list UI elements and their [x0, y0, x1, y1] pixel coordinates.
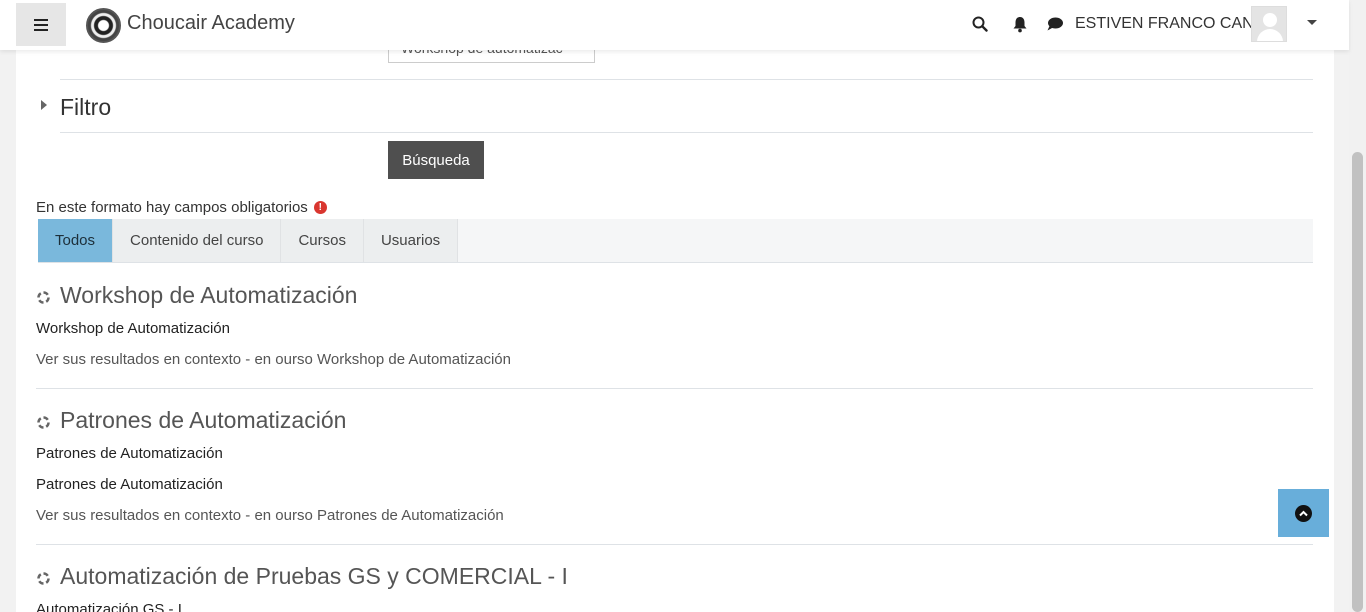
divider [60, 79, 1313, 80]
tab-users[interactable]: Usuarios [363, 219, 459, 262]
back-to-top-button[interactable] [1278, 489, 1329, 537]
result-course-name[interactable]: Automatización GS - I [36, 601, 182, 612]
navbar: Choucair Academy ESTIVEN FRANCO CANO [0, 0, 1349, 50]
search-button[interactable]: Búsqueda [388, 141, 484, 179]
menu-icon [34, 18, 48, 31]
result-course-name[interactable]: Patrones de Automatización [36, 445, 223, 462]
tab-course-content[interactable]: Contenido del curso [113, 219, 282, 262]
result-context-link[interactable]: Ver sus resultados en contexto - en ours… [36, 351, 511, 368]
page-scrollbar[interactable] [1349, 0, 1366, 612]
course-icon [37, 291, 50, 304]
result-title[interactable]: Patrones de Automatización [60, 407, 346, 434]
brand-name[interactable]: Choucair Academy [127, 12, 295, 35]
brand-logo[interactable] [86, 8, 121, 43]
arrow-up-circle-icon [1295, 504, 1312, 522]
bell-icon[interactable] [1010, 14, 1030, 34]
avatar[interactable] [1251, 6, 1287, 42]
required-note-text: En este formato hay campos obligatorios [36, 199, 308, 216]
user-name[interactable]: ESTIVEN FRANCO CANO [1075, 15, 1266, 33]
exclamation-circle-icon: ! [313, 201, 327, 214]
search-area-tabs: Todos Contenido del curso Cursos Usuario… [38, 219, 1313, 263]
required-note: En este formato hay campos obligatorios … [36, 199, 327, 216]
search-icon[interactable] [970, 14, 990, 34]
course-icon [37, 572, 50, 585]
divider [36, 544, 1313, 545]
divider [36, 388, 1313, 389]
divider [60, 132, 1313, 133]
menu-button[interactable] [16, 3, 66, 46]
caret-right-icon[interactable] [41, 100, 47, 110]
filter-section-toggle[interactable]: Filtro [60, 94, 111, 121]
result-title[interactable]: Automatización de Pruebas GS y COMERCIAL… [60, 563, 568, 590]
chat-icon[interactable] [1045, 14, 1065, 34]
result-context-link[interactable]: Ver sus resultados en contexto - en ours… [36, 507, 504, 524]
tab-todos[interactable]: Todos [38, 219, 114, 262]
result-summary: Patrones de Automatización [36, 476, 223, 493]
course-icon [37, 416, 50, 429]
scrollbar-thumb[interactable] [1352, 152, 1363, 612]
chevron-down-icon[interactable] [1307, 20, 1317, 25]
tab-courses[interactable]: Cursos [281, 219, 364, 262]
result-title[interactable]: Workshop de Automatización [60, 282, 357, 309]
result-course-name[interactable]: Workshop de Automatización [36, 320, 230, 337]
